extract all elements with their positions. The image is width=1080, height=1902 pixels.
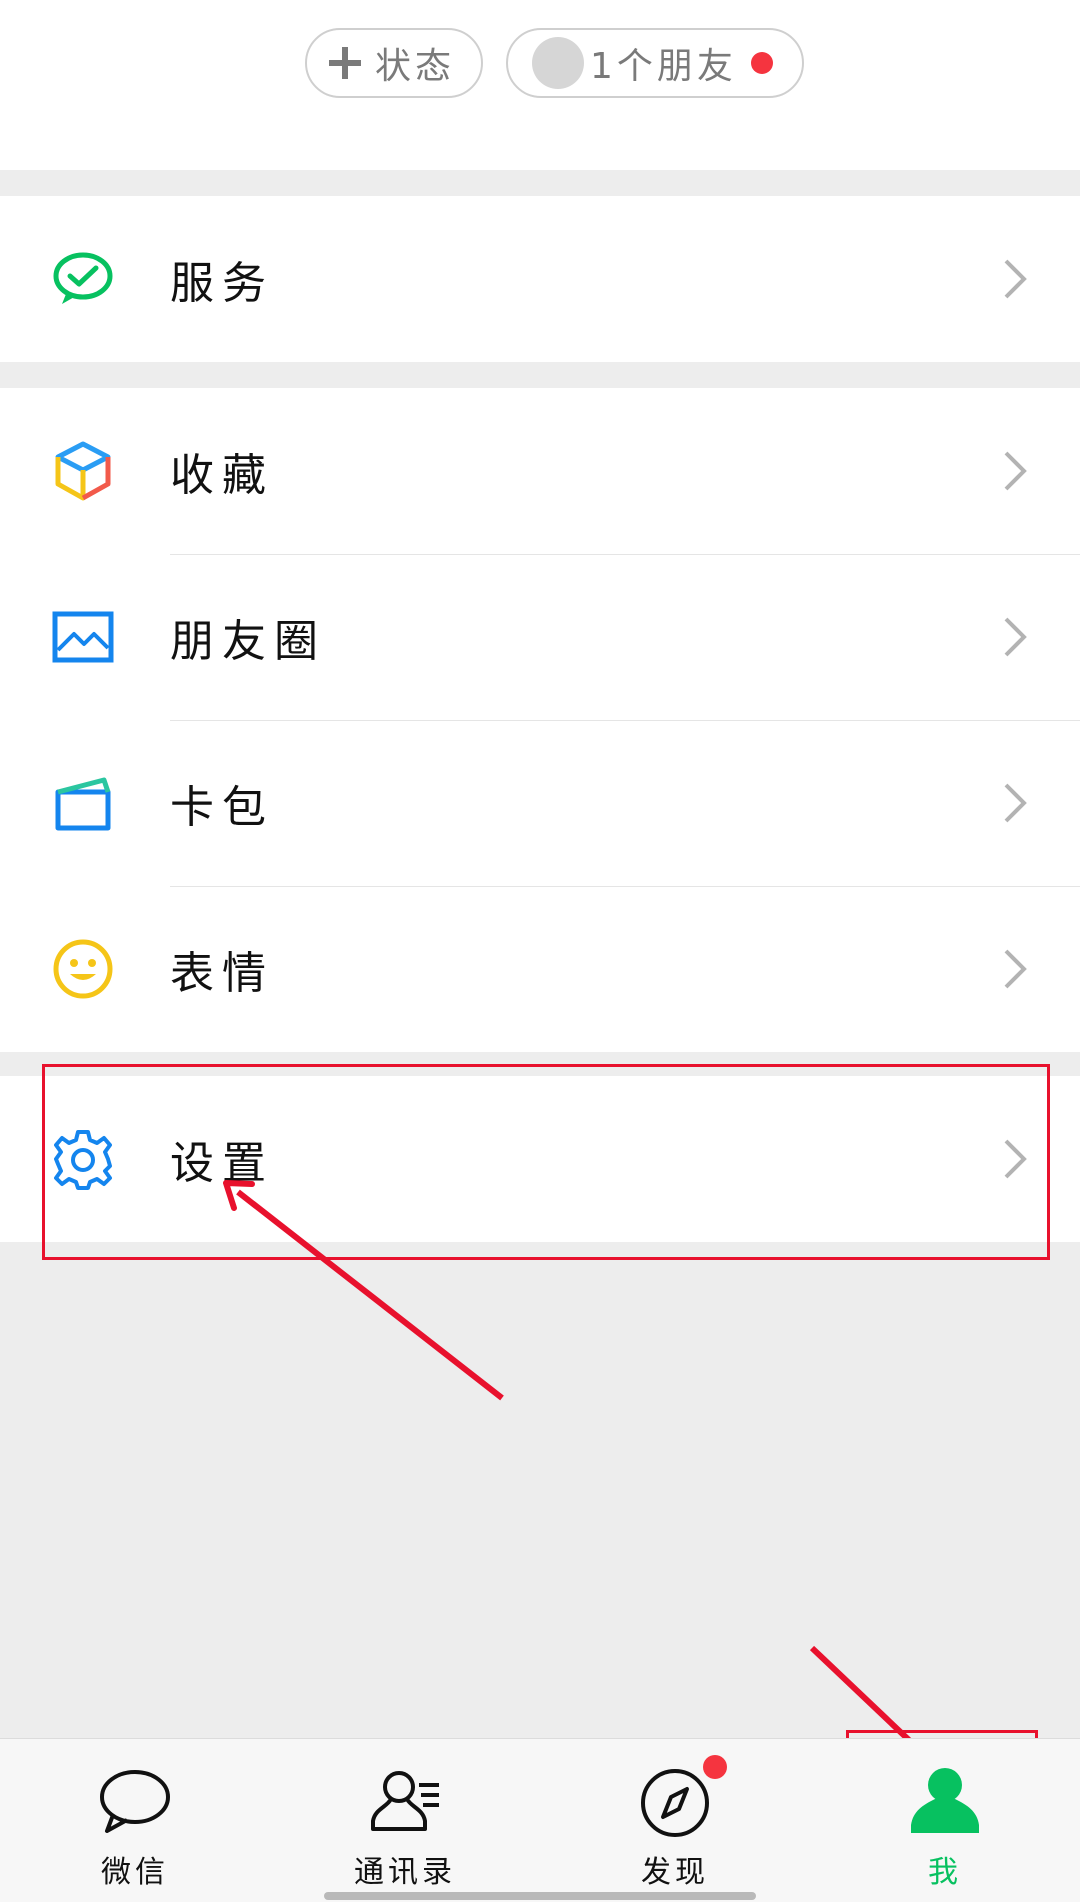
smiley-icon [50,936,116,1002]
menu-item-settings[interactable]: 设置 [0,1076,1080,1242]
menu-label-services: 服务 [170,258,274,309]
menu-item-favorites[interactable]: 收藏 [0,388,1080,554]
settings-group: 设置 [0,1076,1080,1242]
chevron-right-icon [1004,451,1027,491]
compass-icon [637,1755,727,1837]
tab-label-chats: 微信 [101,1855,169,1890]
menu-label-stickers: 表情 [170,948,274,999]
chevron-right-icon [1004,259,1027,299]
new-indicator-dot [750,52,773,74]
status-label: 状态 [375,46,456,87]
chevron-right-icon [1004,1139,1027,1179]
tab-label-me: 我 [928,1855,962,1890]
menu-label-cards: 卡包 [170,782,274,833]
tab-label-contacts: 通讯录 [354,1855,456,1890]
chevron-right-icon [1004,617,1027,657]
menu-item-services[interactable]: 服务 [0,196,1080,362]
discover-badge-dot [703,1755,727,1779]
chevron-right-icon [1004,783,1027,823]
menu-item-cards[interactable]: 卡包 [0,720,1080,886]
features-group: 收藏 朋友圈 卡包 表情 [0,388,1080,1052]
picture-icon [50,604,116,670]
tab-label-discover: 发现 [641,1855,709,1890]
cube-icon [50,438,116,504]
friend-avatar [532,37,584,89]
speech-bubble-icon [97,1765,173,1837]
services-group: 服务 [0,196,1080,362]
friends-count-label: 1个朋友 [590,46,737,87]
chevron-right-icon [1004,949,1027,989]
gear-icon [50,1126,116,1192]
tab-chats[interactable]: 微信 [0,1739,270,1902]
person-icon [907,1765,983,1837]
menu-item-moments[interactable]: 朋友圈 [0,554,1080,720]
wechat-pay-check-icon [50,246,116,312]
menu-label-favorites: 收藏 [170,450,274,501]
add-status-button[interactable]: 状态 [305,28,483,98]
plus-icon [329,47,361,79]
tab-me[interactable]: 我 [810,1739,1080,1902]
bottom-tab-bar: 微信 通讯录 发现 我 [0,1738,1080,1902]
friends-status-button[interactable]: 1个朋友 [506,28,804,98]
tab-discover[interactable]: 发现 [540,1739,810,1902]
menu-item-stickers[interactable]: 表情 [0,886,1080,1052]
menu-label-settings: 设置 [170,1138,274,1189]
profile-header: 状态 1个朋友 [0,0,1080,170]
wallet-icon [50,770,116,836]
contacts-icon [367,1765,443,1837]
menu-label-moments: 朋友圈 [170,616,326,667]
tab-contacts[interactable]: 通讯录 [270,1739,540,1902]
home-indicator [324,1892,756,1900]
